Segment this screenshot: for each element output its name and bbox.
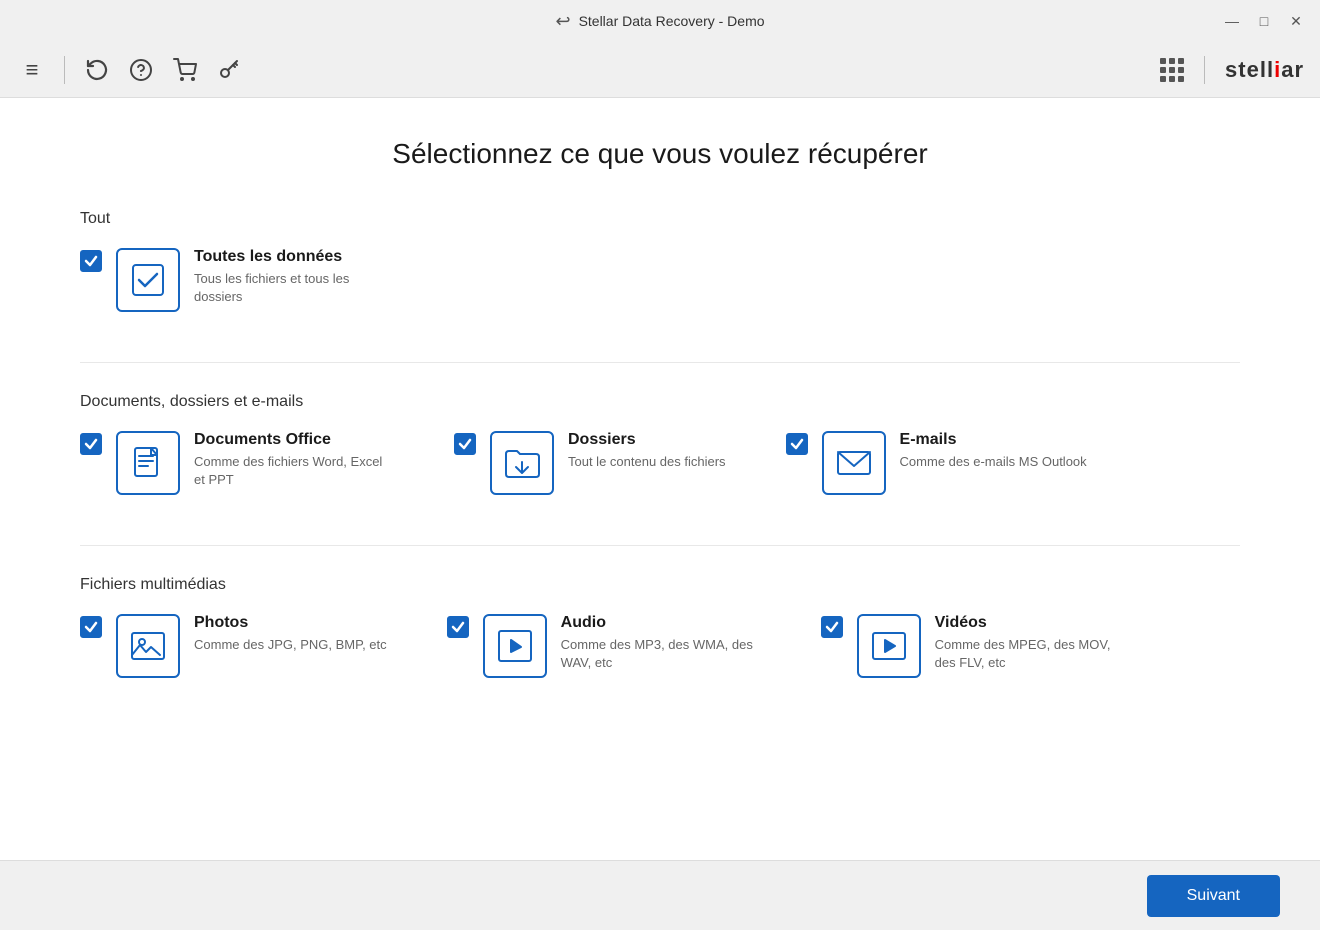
title-bar: ↩ Stellar Data Recovery - Demo — □ ✕ bbox=[0, 0, 1320, 42]
audio-icon-box bbox=[483, 614, 547, 678]
checkbox-photos[interactable] bbox=[80, 616, 102, 638]
key-icon[interactable] bbox=[213, 54, 245, 86]
checkbox-all-data[interactable] bbox=[80, 250, 102, 272]
section-label-documents: Documents, dossiers et e-mails bbox=[80, 393, 1240, 411]
photos-text: Photos Comme des JPG, PNG, BMP, etc bbox=[194, 614, 387, 654]
checkbox-emails[interactable] bbox=[786, 433, 808, 455]
option-all-data: Toutes les données Tous les fichiers et … bbox=[80, 248, 394, 312]
options-row-documents: Documents Office Comme des fichiers Word… bbox=[80, 431, 1240, 495]
options-row-multimedia: Photos Comme des JPG, PNG, BMP, etc bbox=[80, 614, 1240, 678]
separator-2 bbox=[80, 545, 1240, 546]
minimize-button[interactable]: — bbox=[1224, 13, 1240, 29]
videos-text: Vidéos Comme des MPEG, des MOV, des FLV,… bbox=[935, 614, 1135, 672]
maximize-button[interactable]: □ bbox=[1256, 13, 1272, 29]
stellar-logo: stelliar bbox=[1225, 57, 1304, 83]
audio-desc: Comme des MP3, des WMA, des WAV, etc bbox=[561, 636, 761, 672]
separator-1 bbox=[80, 362, 1240, 363]
next-button[interactable]: Suivant bbox=[1147, 875, 1280, 917]
section-documents: Documents, dossiers et e-mails bbox=[80, 393, 1240, 495]
office-docs-icon-box bbox=[116, 431, 180, 495]
page-title: Sélectionnez ce que vous voulez récupére… bbox=[80, 138, 1240, 170]
videos-desc: Comme des MPEG, des MOV, des FLV, etc bbox=[935, 636, 1135, 672]
toolbar-left: ≡ bbox=[16, 54, 245, 86]
section-label-tout: Tout bbox=[80, 210, 1240, 228]
toolbar-divider-2 bbox=[1204, 56, 1205, 84]
emails-desc: Comme des e-mails MS Outlook bbox=[900, 453, 1087, 471]
emails-text: E-mails Comme des e-mails MS Outlook bbox=[900, 431, 1087, 471]
folders-icon-box bbox=[490, 431, 554, 495]
folders-text: Dossiers Tout le contenu des fichiers bbox=[568, 431, 726, 471]
all-data-title: Toutes les données bbox=[194, 248, 394, 266]
option-folders: Dossiers Tout le contenu des fichiers bbox=[454, 431, 726, 495]
back-icon: ↩ bbox=[555, 11, 570, 32]
option-emails: E-mails Comme des e-mails MS Outlook bbox=[786, 431, 1087, 495]
title-bar-title: ↩ Stellar Data Recovery - Demo bbox=[555, 11, 764, 32]
close-button[interactable]: ✕ bbox=[1288, 13, 1304, 29]
folders-desc: Tout le contenu des fichiers bbox=[568, 453, 726, 471]
options-row-tout: Toutes les données Tous les fichiers et … bbox=[80, 248, 1240, 312]
all-data-desc: Tous les fichiers et tous les dossiers bbox=[194, 270, 394, 306]
option-videos: Vidéos Comme des MPEG, des MOV, des FLV,… bbox=[821, 614, 1135, 678]
toolbar-divider-1 bbox=[64, 56, 65, 84]
photos-desc: Comme des JPG, PNG, BMP, etc bbox=[194, 636, 387, 654]
photos-icon-box bbox=[116, 614, 180, 678]
toolbar: ≡ bbox=[0, 42, 1320, 98]
help-icon[interactable] bbox=[125, 54, 157, 86]
section-label-multimedia: Fichiers multimédias bbox=[80, 576, 1240, 594]
app-title: Stellar Data Recovery - Demo bbox=[579, 13, 765, 29]
title-bar-controls: — □ ✕ bbox=[1224, 13, 1304, 29]
main-content: Sélectionnez ce que vous voulez récupére… bbox=[0, 98, 1320, 860]
all-data-icon-box bbox=[116, 248, 180, 312]
history-icon[interactable] bbox=[81, 54, 113, 86]
toolbar-right: stelliar bbox=[1160, 56, 1304, 84]
menu-icon[interactable]: ≡ bbox=[16, 54, 48, 86]
emails-icon-box bbox=[822, 431, 886, 495]
stellar-logo-accent: i bbox=[1274, 57, 1281, 82]
checkbox-videos[interactable] bbox=[821, 616, 843, 638]
bottom-bar: Suivant bbox=[0, 860, 1320, 930]
office-docs-title: Documents Office bbox=[194, 431, 394, 449]
videos-title: Vidéos bbox=[935, 614, 1135, 632]
checkbox-office-docs[interactable] bbox=[80, 433, 102, 455]
option-audio: Audio Comme des MP3, des WMA, des WAV, e… bbox=[447, 614, 761, 678]
checkbox-audio[interactable] bbox=[447, 616, 469, 638]
photos-title: Photos bbox=[194, 614, 387, 632]
cart-icon[interactable] bbox=[169, 54, 201, 86]
section-multimedia: Fichiers multimédias Photos bbox=[80, 576, 1240, 678]
audio-text: Audio Comme des MP3, des WMA, des WAV, e… bbox=[561, 614, 761, 672]
option-photos: Photos Comme des JPG, PNG, BMP, etc bbox=[80, 614, 387, 678]
office-docs-text: Documents Office Comme des fichiers Word… bbox=[194, 431, 394, 489]
audio-title: Audio bbox=[561, 614, 761, 632]
all-data-text: Toutes les données Tous les fichiers et … bbox=[194, 248, 394, 306]
section-tout: Tout Toutes les données bbox=[80, 210, 1240, 312]
option-office-docs: Documents Office Comme des fichiers Word… bbox=[80, 431, 394, 495]
office-docs-desc: Comme des fichiers Word, Excel et PPT bbox=[194, 453, 394, 489]
app-grid-icon[interactable] bbox=[1160, 58, 1184, 82]
emails-title: E-mails bbox=[900, 431, 1087, 449]
folders-title: Dossiers bbox=[568, 431, 726, 449]
videos-icon-box bbox=[857, 614, 921, 678]
checkbox-folders[interactable] bbox=[454, 433, 476, 455]
